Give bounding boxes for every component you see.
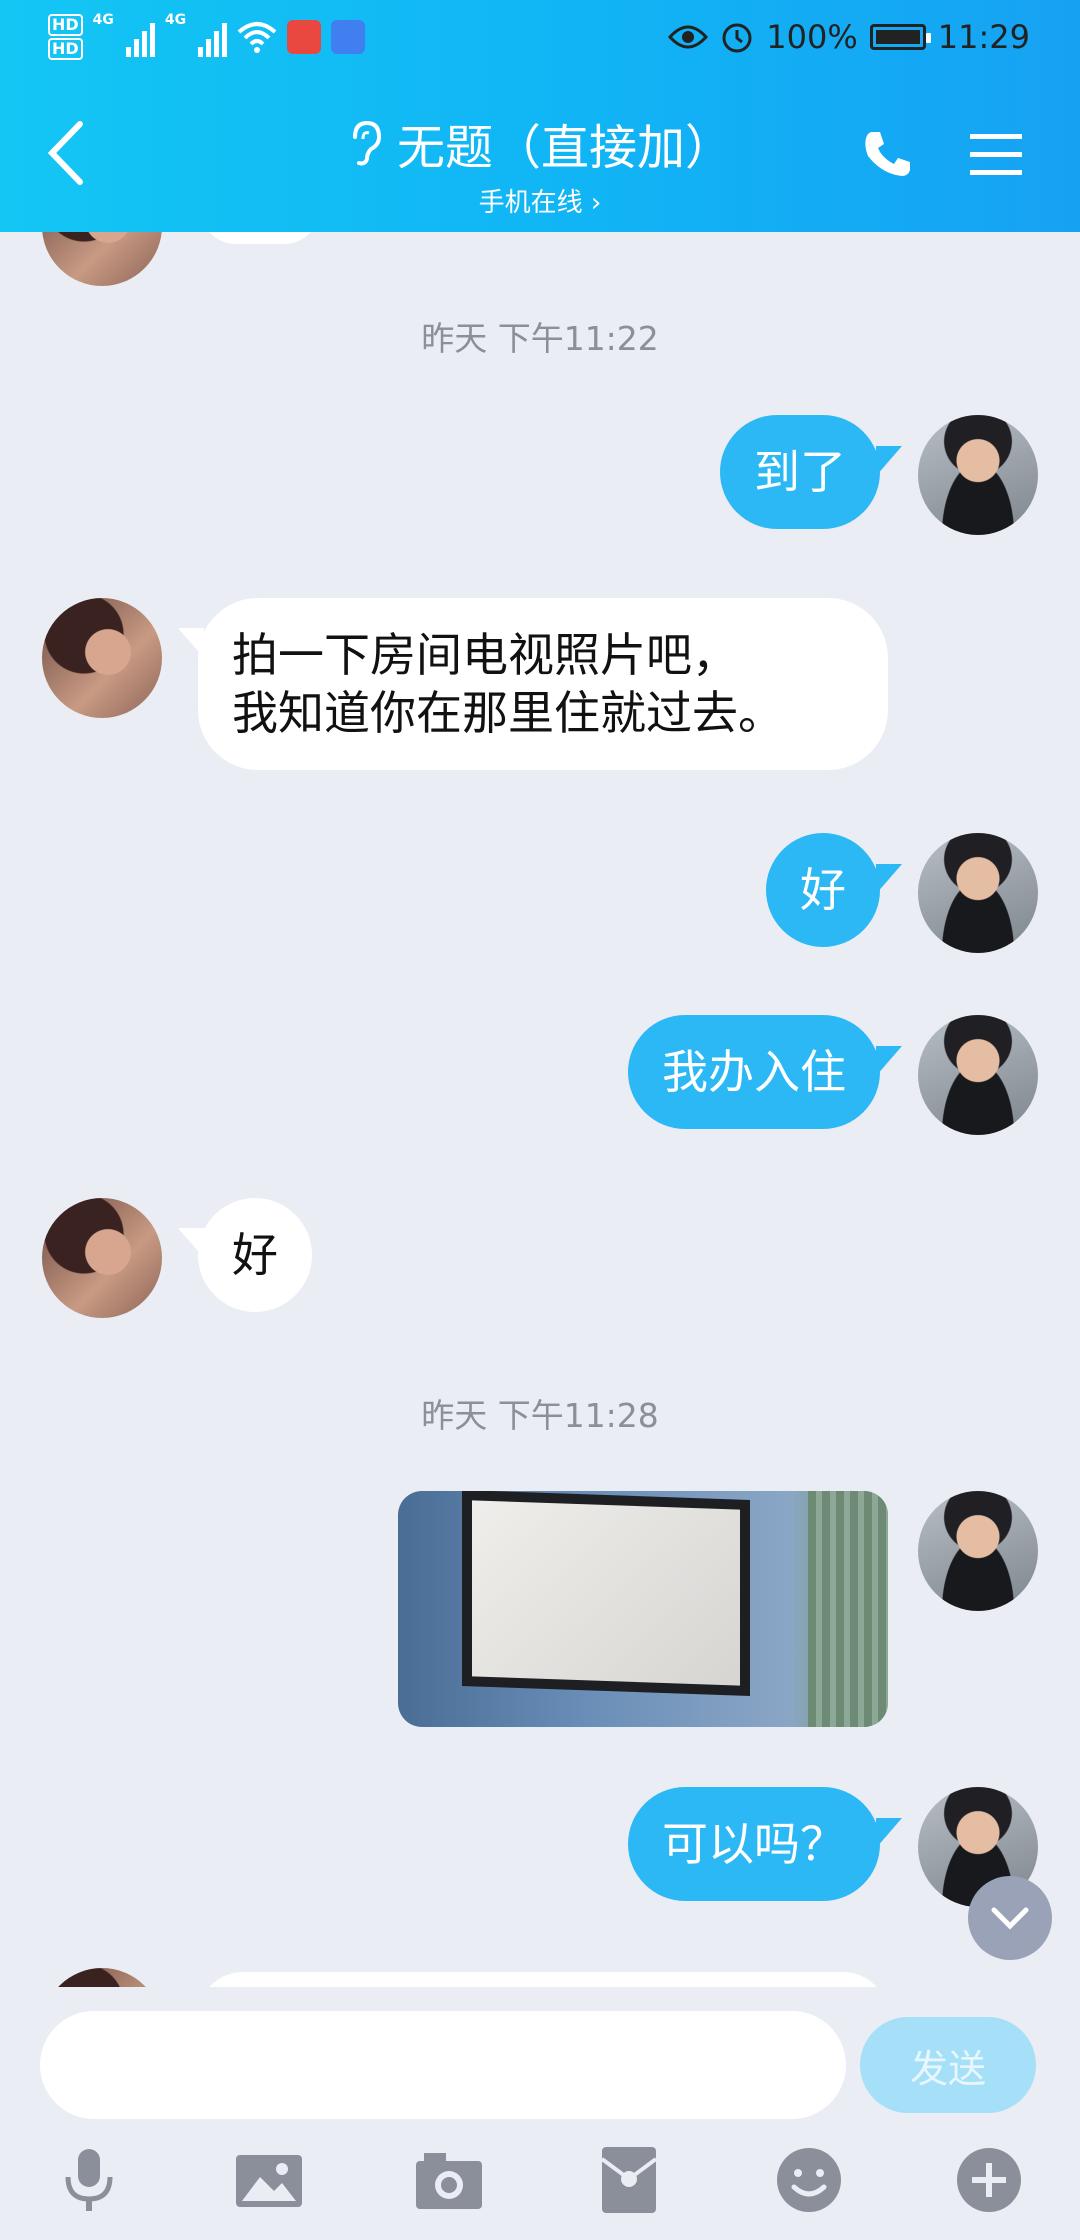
contact-avatar[interactable] (42, 232, 162, 286)
contact-avatar[interactable] (42, 1198, 162, 1318)
hd-indicator: HD HD (48, 12, 83, 62)
menu-icon[interactable] (970, 132, 1022, 178)
red-packet-icon[interactable] (594, 2145, 664, 2215)
message-list[interactable]: 昨天 下午11:22 到了 拍一下房间电视照片吧， 我知道你在那里住就过去。 好… (0, 232, 1080, 1987)
send-button[interactable]: 发送 (860, 2017, 1036, 2113)
message-bubble-partial (200, 232, 320, 244)
my-avatar[interactable] (918, 415, 1038, 535)
alarm-icon (722, 23, 752, 53)
message-bubble-partial (198, 1972, 888, 1987)
chat-title: 无题（直接加） (347, 108, 733, 178)
clock: 11:29 (937, 18, 1030, 56)
message-input[interactable] (40, 2011, 846, 2119)
status-right: 100% 11:29 (668, 18, 1030, 56)
camera-icon[interactable] (414, 2145, 484, 2215)
network-type-1: 4G (92, 12, 114, 28)
input-toolbar (0, 2145, 1080, 2225)
network-type-2: 4G (164, 12, 187, 28)
image-icon[interactable] (234, 2145, 304, 2215)
image-message[interactable] (398, 1491, 888, 1727)
chat-title-text: 无题（直接加） (396, 120, 733, 176)
app-notification-icon (287, 20, 322, 54)
status-bar: HD HD 4G 4G 100% 11:29 (0, 0, 1080, 80)
message-line: 拍一下房间电视照片吧， (232, 628, 738, 682)
contact-avatar[interactable] (42, 598, 162, 718)
message-bubble-outgoing[interactable]: 好 (766, 833, 880, 947)
eye-icon (668, 25, 709, 49)
timestamp: 昨天 下午11:22 (421, 319, 659, 358)
wifi-icon (237, 22, 277, 53)
projector-screen-photo (462, 1491, 750, 1697)
ear-icon (352, 120, 381, 166)
timestamp: 昨天 下午11:28 (421, 1396, 659, 1435)
my-avatar[interactable] (918, 1491, 1038, 1611)
message-bubble-outgoing[interactable]: 可以吗？ (628, 1787, 880, 1901)
signal-icon-2 (198, 17, 228, 57)
chevron-down-icon (991, 1907, 1029, 1930)
scroll-to-bottom-button[interactable] (968, 1876, 1052, 1960)
message-bubble-incoming[interactable]: 拍一下房间电视照片吧， 我知道你在那里住就过去。 (198, 598, 888, 770)
status-left: HD HD 4G 4G (48, 12, 366, 62)
my-avatar[interactable] (918, 833, 1038, 953)
message-bubble-outgoing[interactable]: 到了 (720, 415, 880, 529)
message-bubble-incoming[interactable]: 好 (198, 1198, 312, 1312)
my-avatar[interactable] (918, 1015, 1038, 1135)
battery-percent: 100% (766, 18, 858, 56)
signal-icon (125, 17, 155, 57)
composer: 发送 (0, 1987, 1080, 2240)
message-bubble-outgoing[interactable]: 我办入住 (628, 1015, 880, 1129)
emoji-icon[interactable] (774, 2145, 844, 2215)
message-line: 我知道你在那里住就过去。 (232, 686, 784, 740)
battery-icon (869, 24, 931, 50)
plus-icon[interactable] (954, 2145, 1024, 2215)
online-status[interactable]: 手机在线 › (0, 182, 1080, 219)
contact-avatar[interactable] (42, 1968, 162, 1987)
phone-call-icon[interactable] (862, 128, 914, 180)
app-notification-icon-2 (331, 20, 366, 54)
chat-header: HD HD 4G 4G 100% 11:29 无题（直接加） 手机在线 › (0, 0, 1080, 232)
curtain-photo (808, 1491, 888, 1727)
microphone-icon[interactable] (54, 2145, 124, 2215)
title-block[interactable]: 无题（直接加） 手机在线 › (0, 108, 1080, 219)
